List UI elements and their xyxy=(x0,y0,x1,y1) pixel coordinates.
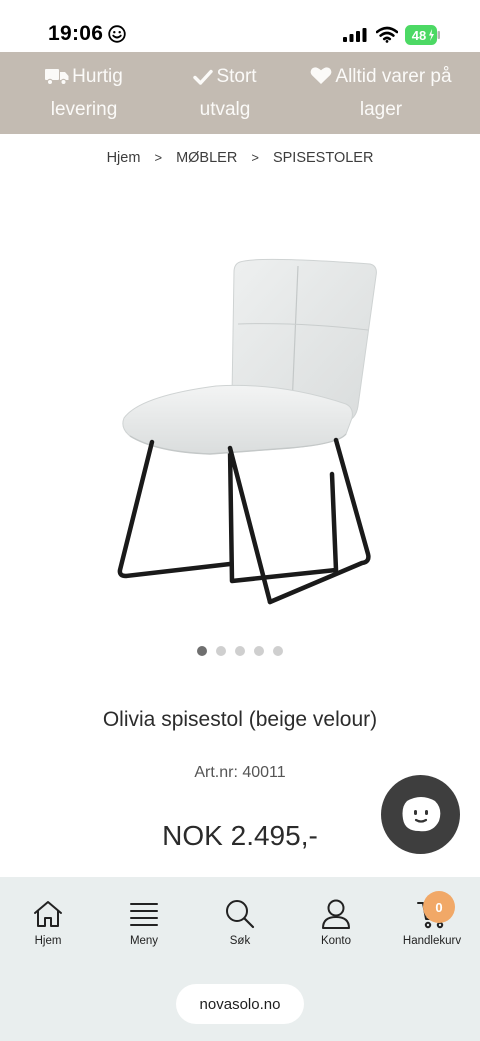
user-icon xyxy=(322,899,350,929)
nav-cart[interactable]: 0 Handlekurv xyxy=(384,877,480,962)
nav-label: Hjem xyxy=(34,935,62,947)
product-image[interactable] xyxy=(100,236,390,616)
carousel-dot[interactable] xyxy=(254,646,264,656)
nav-menu[interactable]: Meny xyxy=(96,877,192,962)
home-icon xyxy=(34,901,62,927)
promo-item-fast-delivery: Hurtig levering xyxy=(0,52,168,134)
breadcrumb: Hjem > MØBLER > SPISESTOLER xyxy=(0,150,480,166)
status-time: 19:06 xyxy=(48,22,104,45)
breadcrumb-dining-chairs[interactable]: SPISESTOLER xyxy=(273,150,373,166)
status-bar: 19:06 48 xyxy=(0,0,480,52)
promo-line2: levering xyxy=(50,98,118,120)
nav-label: Konto xyxy=(320,935,352,947)
carousel-dot[interactable] xyxy=(197,646,207,656)
heart-icon xyxy=(310,65,332,95)
promo-banner: Hurtig levering Stort utvalg Alltid vare… xyxy=(0,52,480,134)
promo-item-in-stock: Alltid varer på lager xyxy=(282,52,480,134)
truck-icon xyxy=(45,65,69,95)
promo-line1: Alltid varer på xyxy=(335,65,452,87)
wifi-icon xyxy=(375,26,399,48)
promo-line2: lager xyxy=(359,98,403,120)
battery-level: 48 xyxy=(412,28,426,43)
nav-search[interactable]: Søk xyxy=(192,877,288,962)
battery-icon: 48 xyxy=(405,25,441,50)
nav-label: Handlekurv xyxy=(402,935,462,947)
promo-item-selection: Stort utvalg xyxy=(168,52,282,134)
promo-line1: Stort xyxy=(216,65,257,87)
nav-label: Meny xyxy=(129,935,159,947)
chat-button[interactable] xyxy=(381,775,460,854)
nav-label: Søk xyxy=(229,935,251,947)
carousel-dot[interactable] xyxy=(273,646,283,656)
breadcrumb-furniture[interactable]: MØBLER xyxy=(176,150,237,166)
smiley-icon xyxy=(108,25,126,48)
chat-face-icon xyxy=(402,796,440,831)
nav-home[interactable]: Hjem xyxy=(0,877,96,962)
cart-count-badge: 0 xyxy=(423,891,455,923)
menu-icon xyxy=(130,903,158,926)
breadcrumb-separator: > xyxy=(251,150,259,165)
search-icon xyxy=(226,900,255,929)
carousel-dot[interactable] xyxy=(216,646,226,656)
carousel-dot[interactable] xyxy=(235,646,245,656)
url-bar[interactable]: novasolo.no xyxy=(176,984,304,1024)
breadcrumb-home[interactable]: Hjem xyxy=(107,150,141,166)
breadcrumb-separator: > xyxy=(154,150,163,165)
product-title: Olivia spisestol (beige velour) xyxy=(102,708,378,731)
carousel-dots xyxy=(0,646,480,656)
bottom-nav: Hjem Meny Søk Konto 0 Handlekurv novasol… xyxy=(0,877,480,1041)
promo-line1: Hurtig xyxy=(72,65,123,87)
promo-line2: utvalg xyxy=(199,98,251,120)
check-icon xyxy=(193,65,214,95)
nav-account[interactable]: Konto xyxy=(288,877,384,962)
signal-icon xyxy=(343,28,367,47)
